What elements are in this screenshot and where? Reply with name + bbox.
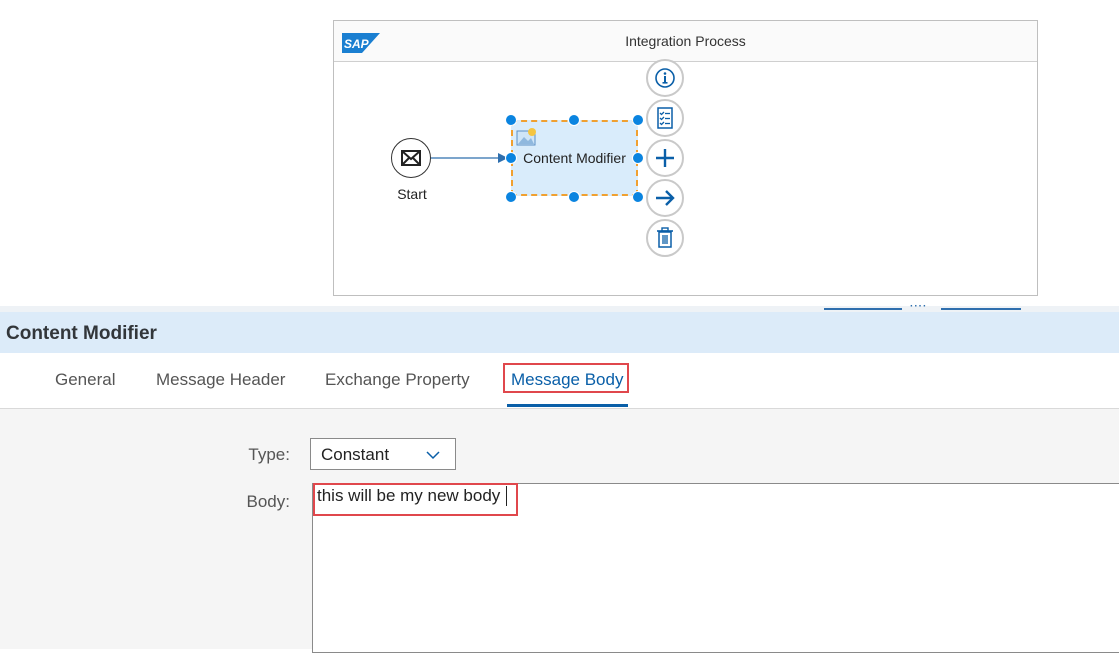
tab-general[interactable]: General xyxy=(55,370,115,390)
annotation-highlight-box xyxy=(313,483,518,516)
add-button[interactable] xyxy=(646,139,684,177)
resize-handle-top[interactable] xyxy=(568,114,580,126)
envelope-icon xyxy=(401,150,421,166)
annotation-highlight-box xyxy=(503,363,629,393)
tab-exchange-property[interactable]: Exchange Property xyxy=(325,370,470,390)
trash-icon xyxy=(657,227,673,248)
resize-handle-left[interactable] xyxy=(505,152,517,164)
delete-button[interactable] xyxy=(646,219,684,257)
property-tabs: General Message Header Exchange Property… xyxy=(0,353,1119,409)
resize-handle-right[interactable] xyxy=(632,152,644,164)
property-panel-header: Content Modifier xyxy=(0,312,1119,353)
configure-button[interactable] xyxy=(646,99,684,137)
resize-handle-bottom[interactable] xyxy=(568,191,580,203)
content-modifier-step-label: Content Modifier xyxy=(523,150,626,166)
type-select[interactable]: Constant xyxy=(310,438,456,470)
splitter-line xyxy=(824,308,902,310)
resize-handle-bottom-right[interactable] xyxy=(632,191,644,203)
info-icon xyxy=(655,68,675,88)
resize-handle-top-right[interactable] xyxy=(632,114,644,126)
info-button[interactable] xyxy=(646,59,684,97)
start-event[interactable] xyxy=(391,138,431,178)
content-modifier-icon xyxy=(516,128,536,146)
active-tab-indicator xyxy=(507,404,628,407)
body-label: Body: xyxy=(246,492,290,511)
type-select-value: Constant xyxy=(321,445,390,464)
start-event-label: Start xyxy=(397,186,427,202)
plus-icon xyxy=(656,149,674,167)
connect-button[interactable] xyxy=(646,179,684,217)
tab-message-header[interactable]: Message Header xyxy=(156,370,285,390)
resize-handle-top-left[interactable] xyxy=(505,114,517,126)
chevron-down-icon xyxy=(426,451,440,460)
splitter-grip-icon[interactable]: ···· xyxy=(910,302,934,312)
content-modifier-step[interactable]: Content Modifier xyxy=(511,120,638,196)
panel-title: Content Modifier xyxy=(6,323,157,344)
resize-handle-bottom-left[interactable] xyxy=(505,191,517,203)
type-label: Type: xyxy=(248,445,290,464)
splitter-line xyxy=(941,308,1021,310)
arrow-right-icon xyxy=(656,190,675,206)
checklist-icon xyxy=(657,107,673,129)
